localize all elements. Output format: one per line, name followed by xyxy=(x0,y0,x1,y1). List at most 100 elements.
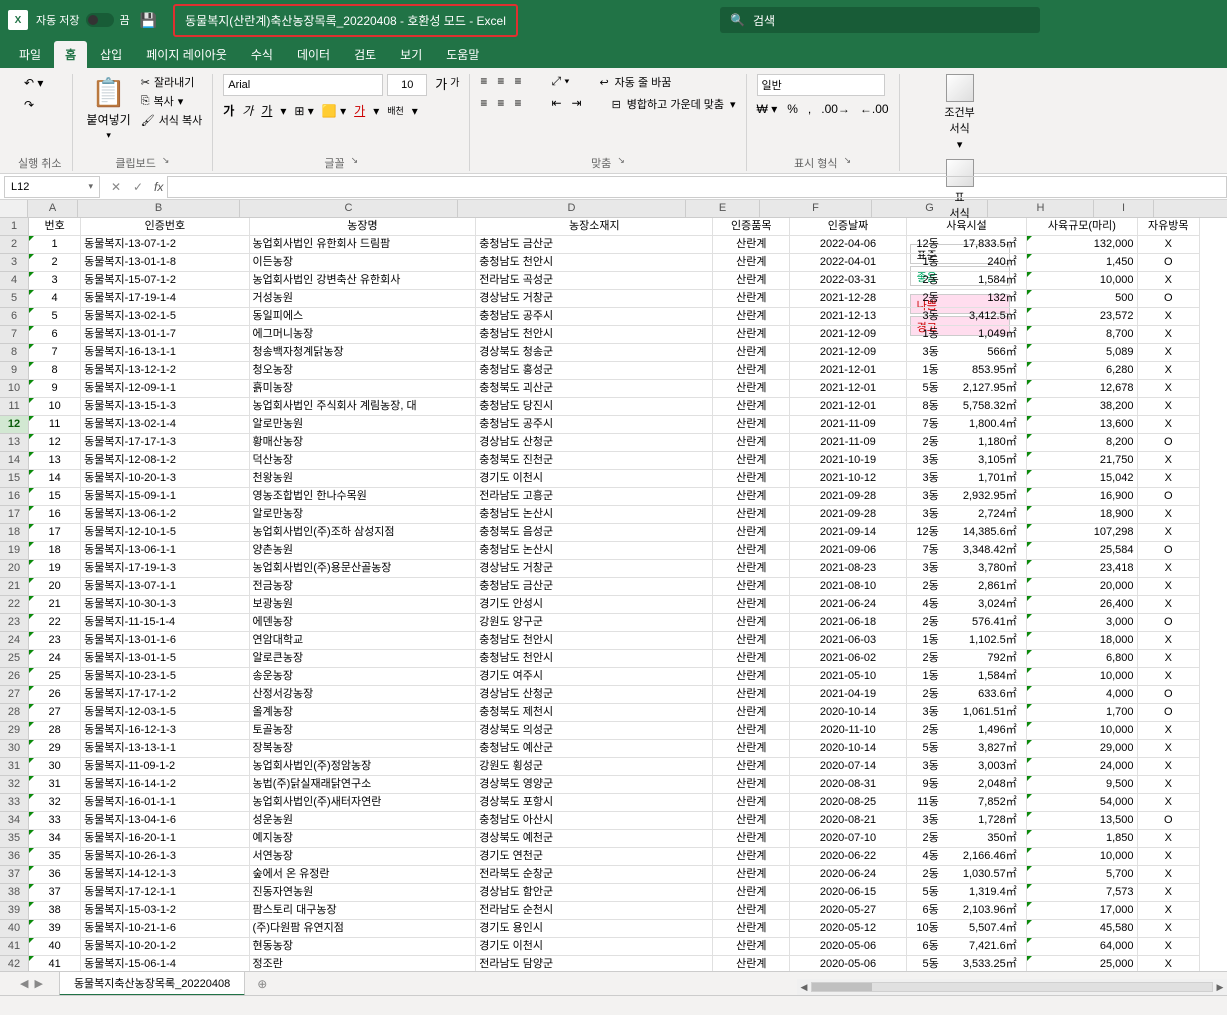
ruby-button[interactable]: 배천 xyxy=(387,104,404,117)
cell[interactable]: 보광농원 xyxy=(250,596,477,614)
cell[interactable]: 9,500 xyxy=(1027,776,1137,794)
cell[interactable]: 경상남도 산청군 xyxy=(476,686,713,704)
cell[interactable]: 동물복지-15-07-1-2 xyxy=(81,272,249,290)
cell[interactable]: 농법(주)닭실재래닭연구소 xyxy=(250,776,477,794)
cell[interactable]: X xyxy=(1138,722,1200,740)
col-header-F[interactable]: F xyxy=(760,200,872,217)
cell[interactable]: 경상남도 거창군 xyxy=(476,290,713,308)
cell[interactable]: X xyxy=(1138,236,1200,254)
row-header[interactable]: 27 xyxy=(0,686,29,704)
cell[interactable]: 동물복지-10-21-1-6 xyxy=(81,920,249,938)
cell[interactable]: 산란계 xyxy=(713,326,790,344)
cell[interactable]: 산란계 xyxy=(713,920,790,938)
cell[interactable]: 충청남도 공주시 xyxy=(476,416,713,434)
cell[interactable]: 산란계 xyxy=(713,524,790,542)
cell[interactable]: 2020-06-22 xyxy=(790,848,906,866)
cell[interactable]: X xyxy=(1138,668,1200,686)
row-header[interactable]: 19 xyxy=(0,542,29,560)
cell[interactable]: X xyxy=(1138,416,1200,434)
cell[interactable]: O xyxy=(1138,812,1200,830)
cell[interactable]: X xyxy=(1138,560,1200,578)
tab-help[interactable]: 도움말 xyxy=(435,41,490,68)
cell[interactable]: 동물복지-17-19-1-3 xyxy=(81,560,249,578)
cell[interactable]: 5,700 xyxy=(1027,866,1137,884)
cell[interactable]: 18,000 xyxy=(1027,632,1137,650)
cell[interactable]: X xyxy=(1138,398,1200,416)
cell[interactable]: 동물복지-13-12-1-2 xyxy=(81,362,249,380)
cell[interactable]: 장복농장 xyxy=(250,740,477,758)
dialog-launcher-icon[interactable]: ↘ xyxy=(162,155,170,171)
cell[interactable]: 동물복지-16-13-1-1 xyxy=(81,344,249,362)
cell[interactable]: 17 xyxy=(29,524,81,542)
cell[interactable]: X xyxy=(1138,866,1200,884)
sheet-tab-active[interactable]: 동물복지축산농장목록_20220408 xyxy=(59,971,245,996)
redo-button[interactable]: ↷ xyxy=(18,96,62,114)
cell[interactable]: 4 xyxy=(29,290,81,308)
cell[interactable]: 29 xyxy=(29,740,81,758)
row-header[interactable]: 23 xyxy=(0,614,29,632)
cell[interactable]: 산란계 xyxy=(713,632,790,650)
cell[interactable]: 동물복지-15-09-1-1 xyxy=(81,488,249,506)
cell[interactable]: 2020-08-25 xyxy=(790,794,906,812)
cell[interactable]: 이든농장 xyxy=(250,254,477,272)
cell[interactable]: 동물복지-10-20-1-3 xyxy=(81,470,249,488)
col-header-H[interactable]: H xyxy=(988,200,1094,217)
row-header[interactable]: 33 xyxy=(0,794,29,812)
cell[interactable]: 전라남도 순천시 xyxy=(476,902,713,920)
undo-button[interactable]: ↶ ▾ xyxy=(18,74,62,92)
cell[interactable]: 19 xyxy=(29,560,81,578)
cell[interactable]: 강원도 양구군 xyxy=(476,614,713,632)
cell[interactable]: 36 xyxy=(29,866,81,884)
cell[interactable]: 2021-10-19 xyxy=(790,452,906,470)
border-button[interactable]: ⊞ ▾ xyxy=(294,104,313,118)
cell[interactable]: 33 xyxy=(29,812,81,830)
cell[interactable]: O xyxy=(1138,686,1200,704)
cell[interactable]: X xyxy=(1138,524,1200,542)
cell[interactable]: 산란계 xyxy=(713,812,790,830)
cell[interactable]: 동물복지-17-12-1-1 xyxy=(81,884,249,902)
cell[interactable]: 5,089 xyxy=(1027,344,1137,362)
cell[interactable]: 경기도 이천시 xyxy=(476,470,713,488)
cell[interactable]: 농업회사법인(주)새터자연란 xyxy=(250,794,477,812)
cell[interactable]: 1,450 xyxy=(1027,254,1137,272)
cell[interactable]: 26 xyxy=(29,686,81,704)
cell[interactable]: 2021-06-24 xyxy=(790,596,906,614)
cell[interactable]: 6동7,421.6㎡ xyxy=(907,938,1028,956)
cell[interactable]: 산란계 xyxy=(713,290,790,308)
cell[interactable]: 2동350㎡ xyxy=(907,830,1028,848)
font-name-select[interactable] xyxy=(223,74,383,96)
cell[interactable]: 청송백자청계닭농장 xyxy=(250,344,477,362)
cell[interactable]: 18 xyxy=(29,542,81,560)
cell[interactable]: 충청남도 천안시 xyxy=(476,632,713,650)
cell[interactable]: 충청남도 홍성군 xyxy=(476,362,713,380)
cell[interactable]: 2021-08-23 xyxy=(790,560,906,578)
cell[interactable]: 충청북도 음성군 xyxy=(476,524,713,542)
row-header[interactable]: 38 xyxy=(0,884,29,902)
row-header[interactable]: 31 xyxy=(0,758,29,776)
cell[interactable]: 39 xyxy=(29,920,81,938)
cell[interactable]: 1동240㎡ xyxy=(907,254,1028,272)
row-header[interactable]: 4 xyxy=(0,272,29,290)
row-header[interactable]: 28 xyxy=(0,704,29,722)
cell[interactable]: 2동1,180㎡ xyxy=(907,434,1028,452)
cell[interactable]: 농업회사법인(주)용문산골농장 xyxy=(250,560,477,578)
cell[interactable]: 충청남도 당진시 xyxy=(476,398,713,416)
cell[interactable]: 12동17,833.5㎡ xyxy=(907,236,1028,254)
cell[interactable]: X xyxy=(1138,452,1200,470)
cell[interactable]: 산란계 xyxy=(713,668,790,686)
cell[interactable]: 10,000 xyxy=(1027,848,1137,866)
cell[interactable]: 9 xyxy=(29,380,81,398)
cell[interactable]: 경상남도 함안군 xyxy=(476,884,713,902)
cell[interactable]: 알로만농원 xyxy=(250,416,477,434)
cell[interactable]: O xyxy=(1138,488,1200,506)
cell[interactable]: 산란계 xyxy=(713,902,790,920)
autosave-toggle[interactable]: 자동 저장 끔 xyxy=(36,12,130,28)
cell[interactable]: 3동2,932.95㎡ xyxy=(907,488,1028,506)
cell[interactable]: 20 xyxy=(29,578,81,596)
cell[interactable]: 3동3,412.5㎡ xyxy=(907,308,1028,326)
currency-button[interactable]: ₩ ▾ xyxy=(757,102,778,116)
cell[interactable]: 경상남도 거창군 xyxy=(476,560,713,578)
cell[interactable]: 산란계 xyxy=(713,794,790,812)
cell[interactable]: 40 xyxy=(29,938,81,956)
cell[interactable]: 3동1,728㎡ xyxy=(907,812,1028,830)
